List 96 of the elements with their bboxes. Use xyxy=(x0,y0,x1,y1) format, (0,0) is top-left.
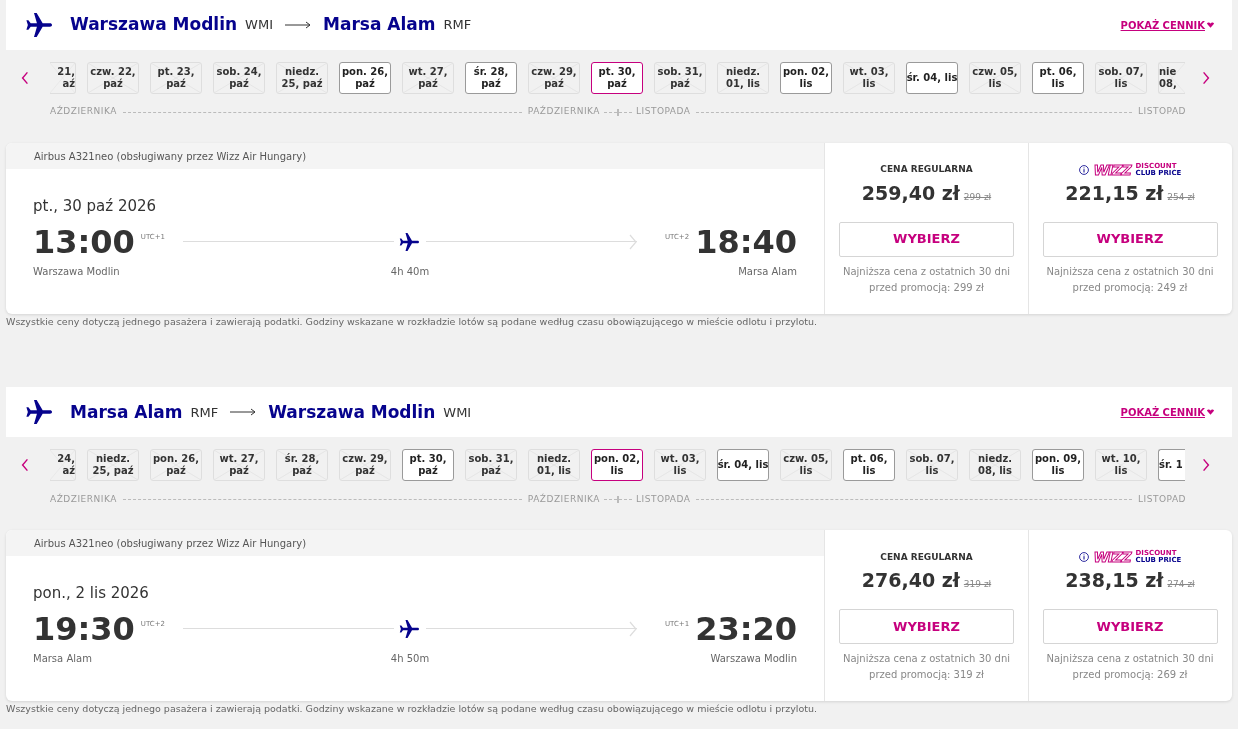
date-tile[interactable]: pon. 02, lis xyxy=(591,449,643,482)
date-tile[interactable]: sob. 24, paź xyxy=(213,62,265,94)
fare-title: CENA REGULARNA xyxy=(880,550,973,564)
fare-title: CENA REGULARNA xyxy=(880,163,973,177)
arrival-city: Marsa Alam xyxy=(737,264,797,279)
date-tile[interactable]: czw. 05, lis xyxy=(969,62,1021,94)
price-footnote: Wszystkie ceny dotyczą jednego pasażera i zawierają podatki. Godziny wskazane w rozkładzie lotów są podane według czasu obowiązującego w mieście odlotu i przylotu. xyxy=(6,702,819,717)
aircraft-info: Airbus A321neo (obsługiwany przez Wizz Air Hungary) xyxy=(34,149,307,164)
date-tile[interactable]: wt. 03, lis xyxy=(843,62,895,94)
date-tile[interactable]: śr. 28, paź xyxy=(276,449,328,482)
destination-city: Warszawa Modlin xyxy=(268,400,436,424)
date-tile[interactable]: pon. 02, lis xyxy=(780,62,832,94)
date-tile[interactable]: pon. 09, lis xyxy=(1032,449,1084,482)
destination-city: Marsa Alam xyxy=(323,13,436,37)
origin-code: WMI xyxy=(245,16,273,35)
departure-city: Warszawa Modlin xyxy=(33,264,121,279)
select-button[interactable]: WYBIERZ xyxy=(839,608,1014,644)
date-tile[interactable]: czw. 29, paź xyxy=(339,449,391,482)
date-tile[interactable]: nie 08, xyxy=(1158,62,1185,94)
date-tile[interactable]: czw. 05, lis xyxy=(780,449,832,482)
date-tile[interactable]: pon. 26, paź xyxy=(150,449,202,482)
date-tile[interactable]: pt. 06, lis xyxy=(843,449,895,482)
date-tile[interactable]: niedz. 01, lis xyxy=(528,449,580,482)
date-tile[interactable]: wt. 27, paź xyxy=(402,62,454,94)
arrival-city: Warszawa Modlin xyxy=(709,651,797,666)
club-logo-wordmark: WIZZ xyxy=(1093,163,1131,177)
date-tile[interactable]: pt. 30, paź xyxy=(402,449,454,482)
aircraft-info: Airbus A321neo (obsługiwany przez Wizz Air Hungary) xyxy=(34,536,307,551)
lowest-price-note: Najniższa cena z ostatnich 30 dni przed promocją: 269 zł xyxy=(1045,651,1215,682)
month-label: PAŹDZIERNIKA xyxy=(527,105,600,119)
flight-date: pt., 30 paź 2026 xyxy=(33,196,158,217)
date-tile[interactable]: wt. 10, lis xyxy=(1095,449,1147,482)
select-button[interactable]: WYBIERZ xyxy=(839,221,1014,257)
date-tile[interactable]: niedz. 08, lis xyxy=(969,449,1021,482)
fare-price: 259,40 zł xyxy=(861,181,960,206)
date-tile[interactable]: pt. 06, lis xyxy=(1032,62,1084,94)
flight-duration: 4h 50m xyxy=(389,651,431,666)
date-tile[interactable]: sob. 31, paź xyxy=(465,449,517,482)
club-logo-wordmark: WIZZ xyxy=(1093,550,1131,565)
old-price: 254 zł xyxy=(1167,191,1195,204)
arrival-time: 23:20 xyxy=(695,610,797,647)
date-tile[interactable]: sob. 07, lis xyxy=(906,449,958,482)
select-button[interactable]: WYBIERZ xyxy=(1042,608,1218,644)
arrow-icon xyxy=(230,408,257,417)
flight-duration: 4h 40m xyxy=(389,264,431,279)
month-label: LISTOPADA xyxy=(636,492,691,506)
date-tile[interactable]: śr. 1 xyxy=(1158,449,1185,482)
departure-time: 13:00 xyxy=(33,223,135,260)
fare-price: 276,40 zł xyxy=(861,568,960,594)
date-tile[interactable]: 21, aź xyxy=(50,62,76,94)
flight-date: pon., 2 lis 2026 xyxy=(33,583,150,605)
lowest-price-note: Najniższa cena z ostatnich 30 dni przed promocją: 319 zł xyxy=(841,651,1011,682)
price-list-link[interactable]: POKAŻ CENNIK xyxy=(1120,404,1214,420)
date-tile[interactable]: niedz. 25, paź xyxy=(87,449,139,482)
fare-price: 238,15 zł xyxy=(1065,568,1164,594)
departure-city: Marsa Alam xyxy=(33,651,93,666)
old-price: 319 zł xyxy=(963,578,992,592)
arrival-time: 18:40 xyxy=(695,223,797,260)
date-tile[interactable]: pt. 30, paź xyxy=(591,62,643,94)
old-price: 299 zł xyxy=(963,191,992,204)
arrow-icon xyxy=(285,21,311,29)
date-tile[interactable]: sob. 31, paź xyxy=(654,62,706,94)
date-tile[interactable]: czw. 29, paź xyxy=(528,62,580,94)
destination-code: RMF xyxy=(443,16,472,35)
old-price: 274 zł xyxy=(1167,578,1195,592)
month-label: PAŹDZIERNIKA xyxy=(527,492,600,506)
month-label: AŹDZIERNIKA xyxy=(50,492,117,506)
origin-city: Marsa Alam xyxy=(70,400,183,424)
lowest-price-note: Najniższa cena z ostatnich 30 dni przed promocją: 299 zł xyxy=(841,264,1011,295)
date-tile[interactable]: niedz. 25, paź xyxy=(276,62,328,94)
month-label: LISTOPAD xyxy=(1138,492,1186,506)
month-label: LISTOPADA xyxy=(636,105,691,119)
month-label: LISTOPAD xyxy=(1138,105,1186,119)
date-tile[interactable]: pt. 23, paź xyxy=(150,62,202,94)
info-icon[interactable] xyxy=(1078,165,1089,175)
date-tile[interactable]: śr. 28, paź xyxy=(465,62,517,94)
date-tile[interactable]: niedz. 01, lis xyxy=(717,62,769,94)
date-tile[interactable]: śr. 04, lis xyxy=(717,449,769,482)
info-icon[interactable] xyxy=(1078,552,1089,563)
price-list-link[interactable]: POKAŻ CENNIK xyxy=(1120,17,1214,33)
date-tile[interactable]: sob. 07, lis xyxy=(1095,62,1147,94)
price-footnote: Wszystkie ceny dotyczą jednego pasażera i zawierają podatki. Godziny wskazane w rozkładzie lotów są podane według czasu obowiązującego w mieście odlotu i przylotu. xyxy=(6,315,819,329)
date-tile[interactable]: pon. 26, paź xyxy=(339,62,391,94)
select-button[interactable]: WYBIERZ xyxy=(1042,221,1218,257)
month-label: AŹDZIERNIKA xyxy=(50,105,117,119)
origin-code: RMF xyxy=(190,403,219,422)
date-tile[interactable]: czw. 22, paź xyxy=(87,62,139,94)
date-tile[interactable]: 24, aź xyxy=(50,449,76,482)
date-tile[interactable]: śr. 04, lis xyxy=(906,62,958,94)
date-tile[interactable]: wt. 03, lis xyxy=(654,449,706,482)
destination-code: WMI xyxy=(443,403,472,422)
lowest-price-note: Najniższa cena z ostatnich 30 dni przed promocją: 249 zł xyxy=(1045,264,1215,295)
origin-city: Warszawa Modlin xyxy=(70,13,238,37)
departure-time: 19:30 xyxy=(33,610,135,647)
fare-price: 221,15 zł xyxy=(1065,181,1164,206)
date-tile[interactable]: wt. 27, paź xyxy=(213,449,265,482)
